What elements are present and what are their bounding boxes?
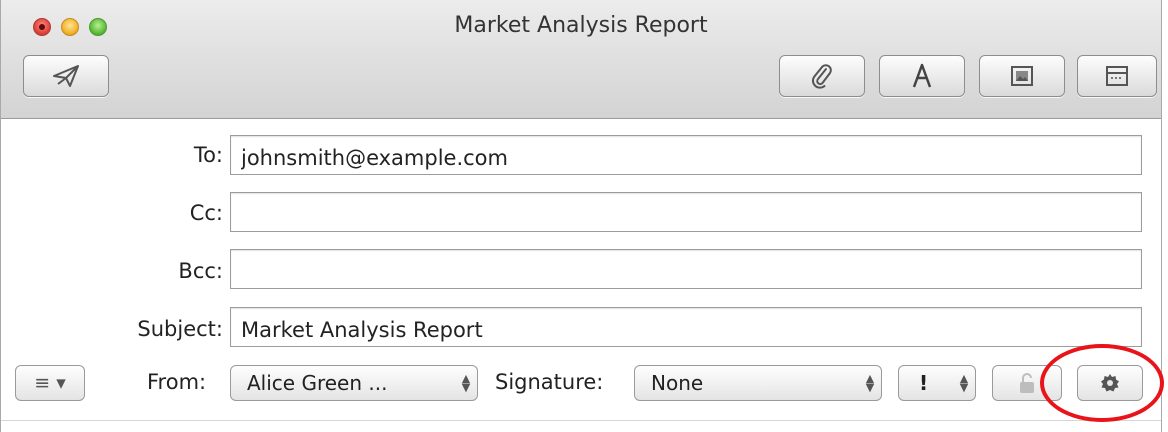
subject-field[interactable]: [230, 307, 1142, 347]
priority-value: !: [919, 371, 929, 395]
photo-browser-button[interactable]: [979, 55, 1065, 97]
font-A-icon: [912, 63, 932, 88]
title-bar: Market Analysis Report: [1, 0, 1161, 119]
subject-label: Subject:: [137, 317, 223, 341]
stationery-button[interactable]: [1077, 55, 1157, 97]
header-fields-menu-button[interactable]: ≡ ▾: [15, 365, 85, 401]
from-popup[interactable]: Alice Green ... ▲ ▼: [230, 365, 478, 401]
priority-popup[interactable]: ! ▲ ▼: [898, 365, 976, 401]
format-button[interactable]: [879, 55, 965, 97]
send-button[interactable]: [23, 55, 109, 97]
signature-popup-value: None: [651, 371, 704, 395]
to-field[interactable]: [230, 135, 1142, 175]
attach-button[interactable]: [779, 55, 865, 97]
sign-message-button[interactable]: [1077, 365, 1143, 401]
from-popup-value: Alice Green ...: [247, 371, 388, 395]
stationery-icon: [1106, 66, 1128, 86]
compose-window: Market Analysis Report To: johnsmith@exa…: [0, 0, 1162, 432]
bcc-field[interactable]: [230, 249, 1142, 289]
signature-label: Signature:: [495, 370, 604, 394]
popup-arrows-icon: ▲ ▼: [959, 372, 969, 394]
gear-icon: [1101, 374, 1119, 392]
lock-icon: [1020, 373, 1034, 393]
header-divider: [1, 420, 1161, 421]
popup-arrows-icon: ▲ ▼: [865, 372, 875, 394]
photo-browser-icon: [1011, 66, 1033, 86]
paperclip-icon: [811, 64, 832, 89]
popup-arrows-icon: ▲ ▼: [461, 372, 471, 394]
paper-plane-icon: [53, 65, 79, 87]
window-title: Market Analysis Report: [454, 13, 708, 38]
from-label: From:: [147, 370, 207, 394]
signature-popup[interactable]: None ▲ ▼: [634, 365, 882, 401]
cc-field[interactable]: [230, 192, 1142, 232]
to-label: To:: [193, 143, 223, 167]
bcc-label: Bcc:: [178, 259, 223, 283]
cc-label: Cc:: [189, 201, 223, 225]
encrypt-button[interactable]: [992, 365, 1062, 401]
